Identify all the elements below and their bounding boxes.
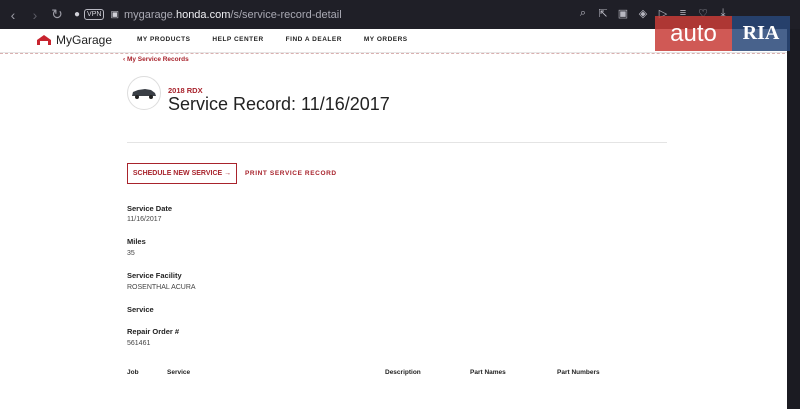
nav-help-center[interactable]: HELP CENTER <box>212 36 263 43</box>
column-part-names: Part Names <box>470 369 506 376</box>
nav-my-products[interactable]: MY PRODUCTS <box>137 36 190 43</box>
garage-logo-icon <box>37 35 51 45</box>
service-date-label: Service Date <box>127 204 173 213</box>
vehicle-thumbnail <box>127 76 161 110</box>
vehicle-header <box>127 76 161 110</box>
autoria-watermark: auto RIA <box>655 8 800 53</box>
camera-icon[interactable]: ▣ <box>616 4 630 22</box>
url-path: /s/service-record-detail <box>230 8 342 21</box>
service-facility-value: ROSENTHAL ACURA <box>127 284 196 291</box>
mygarage-logo[interactable]: MyGarage <box>36 33 112 47</box>
breadcrumb-my-service-records[interactable]: ‹ My Service Records <box>123 56 189 63</box>
column-description: Description <box>385 369 421 376</box>
column-job: Job <box>127 369 139 376</box>
title-divider <box>127 142 667 143</box>
back-icon[interactable]: ‹ <box>2 4 24 26</box>
schedule-new-service-button[interactable]: SCHEDULE NEW SERVICE → <box>127 163 237 184</box>
logo-text: MyGarage <box>56 33 113 47</box>
lock-icon: ▣ <box>110 9 119 19</box>
header-divider <box>0 53 800 54</box>
page-title: Service Record: 11/16/2017 <box>168 94 390 114</box>
nav-find-a-dealer[interactable]: FIND A DEALER <box>286 36 342 43</box>
vpn-badge[interactable]: VPN <box>84 9 105 20</box>
address-bar[interactable]: ● VPN ▣ mygarage.honda.com/s/service-rec… <box>74 4 342 26</box>
repair-order-label: Repair Order # <box>127 327 180 336</box>
miles-value: 35 <box>127 250 135 257</box>
url-prefix: mygarage. <box>123 8 176 21</box>
car-icon <box>132 89 156 99</box>
search-icon[interactable]: ⌕ <box>576 4 590 22</box>
url-domain: honda.com <box>175 8 231 21</box>
service-label: Service <box>127 305 154 314</box>
miles-label: Miles <box>127 237 146 246</box>
location-pin-icon: ● <box>74 9 81 20</box>
service-date-value: 11/16/2017 <box>127 216 162 223</box>
nav-my-orders[interactable]: MY ORDERS <box>364 36 408 43</box>
shield-icon[interactable]: ◈ <box>636 4 650 22</box>
share-icon[interactable]: ⇱ <box>596 4 610 22</box>
reload-icon[interactable]: ↻ <box>46 4 68 26</box>
column-part-numbers: Part Numbers <box>557 369 600 376</box>
url-text[interactable]: mygarage.honda.com/s/service-record-deta… <box>124 9 342 21</box>
print-service-record-link[interactable]: PRINT SERVICE RECORD <box>245 170 337 177</box>
column-service: Service <box>167 369 191 376</box>
forward-icon[interactable]: › <box>24 4 46 26</box>
main-nav: MY PRODUCTS HELP CENTER FIND A DEALER MY… <box>137 36 430 43</box>
repair-order-value: 561461 <box>127 340 151 347</box>
scrollbar-track[interactable] <box>787 29 800 409</box>
service-facility-label: Service Facility <box>127 271 182 280</box>
watermark-auto: auto <box>655 16 732 51</box>
web-page: MyGarage MY PRODUCTS HELP CENTER FIND A … <box>0 29 800 409</box>
watermark-ria: RIA <box>732 16 790 51</box>
